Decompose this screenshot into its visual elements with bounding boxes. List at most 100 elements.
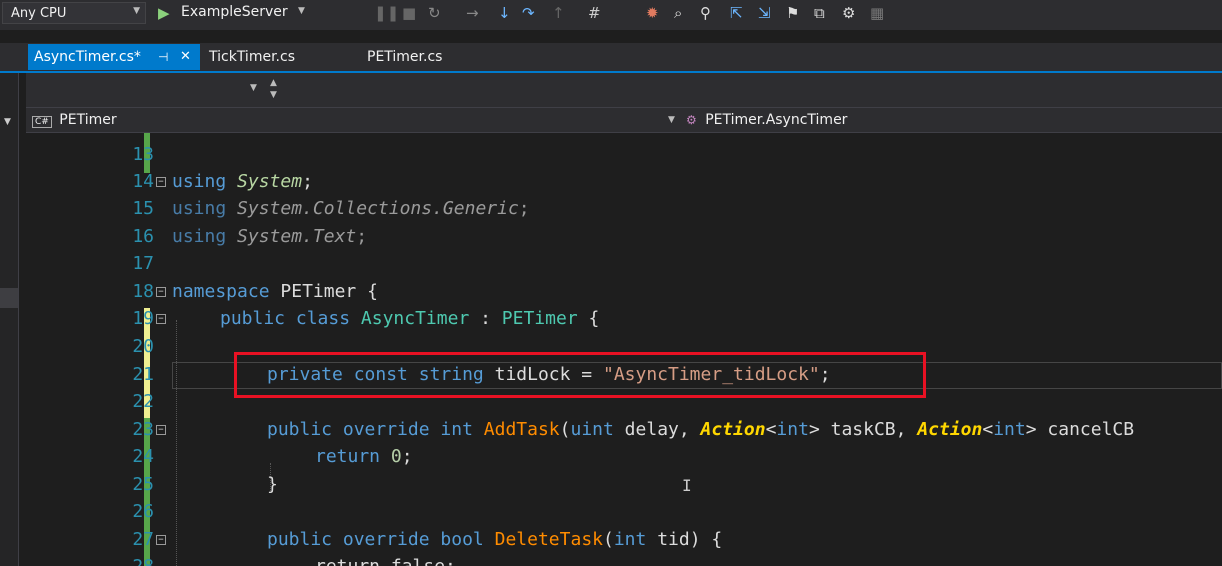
platform-dropdown[interactable]: Any CPU ▼ — [2, 2, 146, 24]
code-line: 14 − using System; — [26, 168, 1222, 196]
main-toolbar: Any CPU ▼ ▶ ExampleServer ▼ ❚❚ ■ ↻ → ↓ ↷… — [0, 0, 1222, 30]
fold-icon[interactable]: − — [156, 287, 166, 297]
punctuation: : — [469, 308, 502, 329]
tab-petimer[interactable]: PETimer.cs — [361, 44, 511, 70]
pin-icon[interactable]: ⊣ — [158, 44, 168, 70]
strip-scroll-thumb[interactable] — [0, 288, 18, 308]
keyword: return — [315, 446, 381, 467]
bug-icon[interactable]: ✹ — [646, 4, 659, 22]
chevron-down-icon: ▼ — [133, 6, 140, 16]
search-icon[interactable]: ⚲ — [700, 4, 711, 22]
line-number: 16 — [132, 226, 154, 247]
keyword: bool — [440, 529, 484, 550]
line-number: 13 — [132, 144, 154, 165]
class-name: AsyncTimer — [360, 308, 470, 329]
settings-icon[interactable]: ⚙ — [842, 4, 855, 22]
chevron-down-icon[interactable]: ▼ — [298, 6, 305, 16]
fold-icon[interactable]: − — [156, 314, 166, 324]
stop-icon[interactable]: ■ — [402, 4, 416, 22]
punctuation: ; — [356, 226, 368, 247]
line-number: 22 — [132, 391, 154, 412]
member-dropdown-value: PETimer.AsyncTimer — [705, 112, 848, 128]
pause-icon[interactable]: ❚❚ — [374, 4, 399, 22]
type-name: Action — [700, 419, 766, 440]
class-dropdown[interactable]: C# PETimer ▼ — [32, 109, 682, 131]
keyword: uint — [570, 419, 614, 440]
code-line: 26 — [26, 498, 1222, 526]
csharp-icon: C# — [32, 116, 52, 128]
code-editor[interactable]: 13 14 − using System; 15 using System.Co… — [26, 133, 1222, 566]
punctuation: ; — [401, 446, 413, 467]
nav-back-icon[interactable]: ⇱ — [730, 4, 743, 22]
namespace-name: System — [237, 171, 303, 192]
line-number: 26 — [132, 501, 154, 522]
fold-icon[interactable]: − — [156, 177, 166, 187]
keyword: override — [342, 529, 430, 550]
member-dropdown[interactable]: ⚙ PETimer.AsyncTimer — [686, 109, 1216, 131]
keyword: using — [172, 198, 227, 219]
identifier: delay, — [613, 419, 701, 440]
identifier: taskCB, — [819, 419, 918, 440]
line-number: 15 — [132, 198, 154, 219]
punctuation: ; — [518, 198, 530, 219]
code-line: 25 } — [26, 471, 1222, 499]
punctuation: < — [765, 419, 777, 440]
document-tabs: AsyncTimer.cs* ⊣ ✕ TickTimer.cs PETimer.… — [0, 43, 1222, 73]
splitter-icon[interactable]: ▲ ▼ — [270, 77, 277, 101]
step-into-icon[interactable]: ↓ — [498, 4, 511, 22]
annotation-highlight-box — [234, 352, 926, 398]
keyword: int — [993, 419, 1026, 440]
code-line: 23 − public override int AddTask(uint de… — [26, 416, 1222, 444]
punctuation: { — [356, 281, 378, 302]
keyword: public — [267, 529, 333, 550]
fold-icon[interactable]: − — [156, 425, 166, 435]
namespace-name: System.Text — [237, 226, 357, 247]
code-line: 13 — [26, 141, 1222, 169]
bookmark-icon[interactable]: ⚑ — [786, 4, 799, 22]
punctuation: { — [577, 308, 600, 329]
tab-ticktimer[interactable]: TickTimer.cs — [203, 44, 353, 70]
code-line: 28 return false; — [26, 553, 1222, 566]
punctuation: > — [1025, 419, 1037, 440]
left-tool-strip: ‹ ▼ — [0, 43, 19, 566]
punctuation: ; — [302, 171, 313, 192]
line-number: 25 — [132, 474, 154, 495]
line-number: 24 — [132, 446, 154, 467]
grid-icon[interactable]: ▦ — [870, 4, 884, 22]
class-member-icon: ⚙ — [686, 113, 697, 127]
keyword: namespace — [172, 281, 270, 302]
keyword: using — [172, 226, 227, 247]
keyword: class — [295, 308, 351, 329]
class-dropdown-value: PETimer — [59, 112, 117, 128]
platform-value: Any CPU — [11, 5, 67, 21]
punctuation: < — [982, 419, 994, 440]
close-icon[interactable]: ✕ — [180, 44, 191, 70]
nav-forward-icon[interactable]: ⇲ — [758, 4, 771, 22]
step-out-icon[interactable]: ↑ — [552, 4, 565, 22]
start-icon[interactable]: ▶ — [158, 4, 170, 22]
line-number: 17 — [132, 253, 154, 274]
keyword: using — [172, 171, 227, 192]
chevron-down-icon: ▼ — [668, 115, 675, 125]
line-number: 18 — [132, 281, 154, 302]
step-over-icon[interactable]: ↷ — [522, 4, 535, 22]
tab-label: AsyncTimer.cs* — [34, 49, 141, 65]
copy-icon[interactable]: ⧉ — [814, 4, 825, 22]
keyword: public — [267, 419, 333, 440]
startup-project-button[interactable]: ExampleServer — [181, 4, 288, 20]
identifier: tid) { — [646, 529, 723, 550]
line-number: 20 — [132, 336, 154, 357]
fold-icon[interactable]: − — [156, 535, 166, 545]
code-line: 17 — [26, 250, 1222, 278]
keyword: override — [342, 419, 430, 440]
show-next-statement-icon[interactable]: → — [466, 4, 479, 22]
restart-icon[interactable]: ↻ — [428, 4, 441, 22]
chevron-down-icon[interactable]: ▼ — [250, 83, 257, 93]
text-cursor-icon: I — [682, 476, 692, 495]
hash-icon[interactable]: # — [588, 4, 601, 22]
keyword: int — [613, 529, 647, 550]
keyword: int — [776, 419, 809, 440]
tab-asynctimer[interactable]: AsyncTimer.cs* ⊣ ✕ — [28, 44, 200, 70]
chevron-down-icon[interactable]: ▼ — [4, 117, 11, 127]
find-icon[interactable]: ⌕ — [674, 4, 682, 22]
